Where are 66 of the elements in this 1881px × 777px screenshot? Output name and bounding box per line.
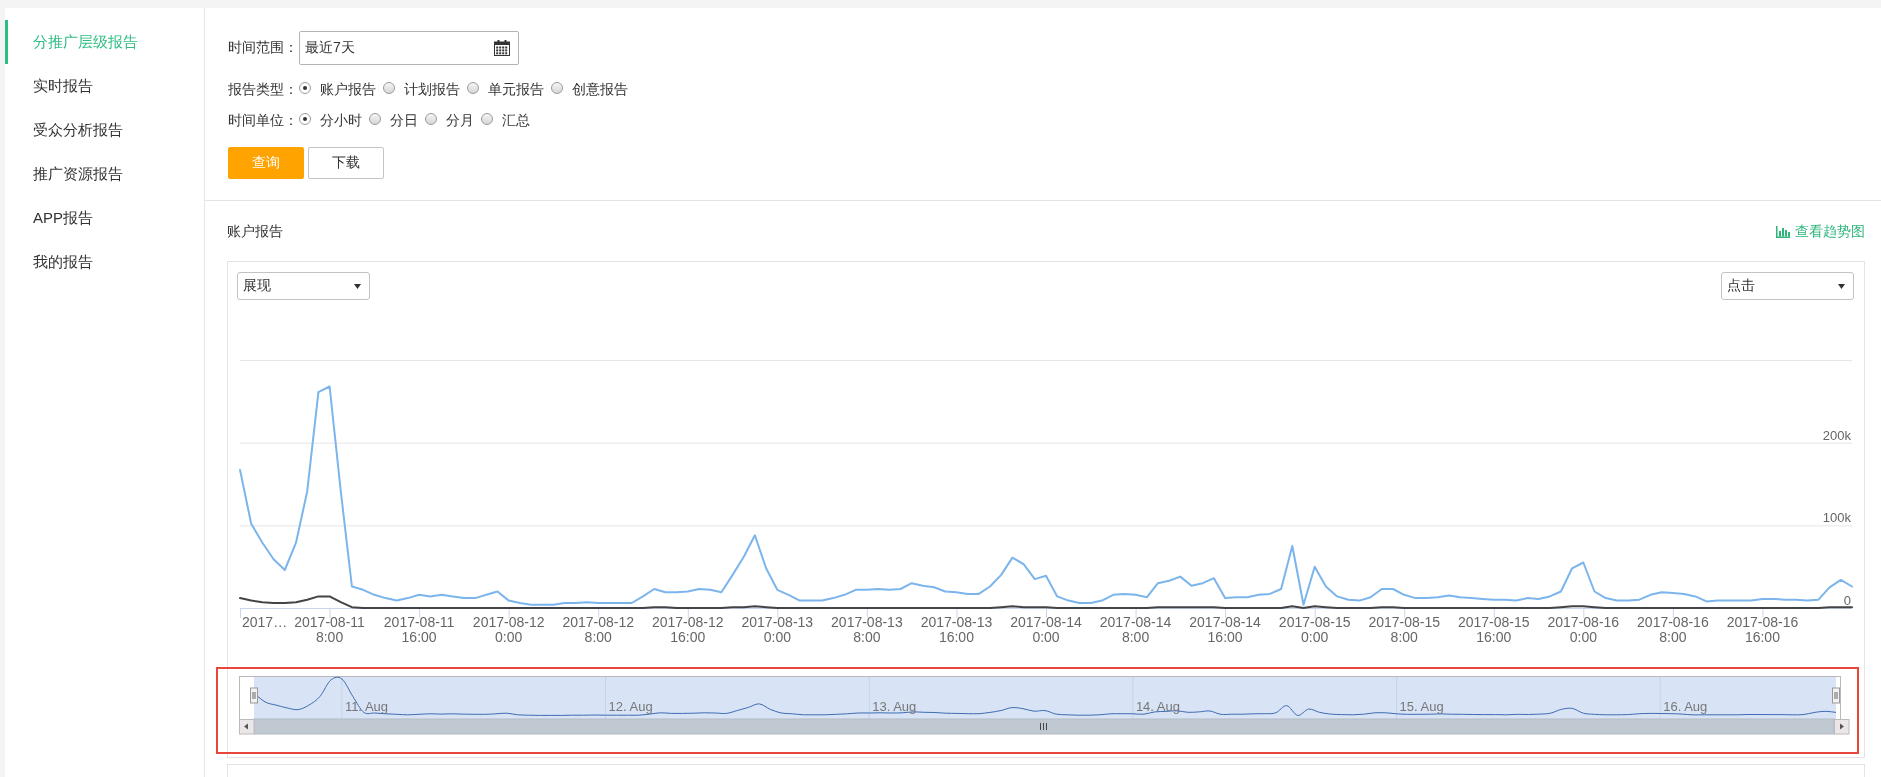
axis-label: 2017-08-13 0:00 [741, 614, 814, 645]
axis-label: 2017-08-11 16:00 [383, 614, 455, 645]
date-label: 15. Aug [1399, 699, 1444, 714]
radio-button[interactable] [551, 82, 563, 94]
axis-label: 2017… [242, 614, 288, 630]
radio-button[interactable] [299, 82, 311, 94]
axis-label: 2017-08-13 8:00 [831, 614, 903, 645]
grip-icon [1040, 722, 1047, 731]
axis-label: 2017-08-13 16:00 [920, 614, 993, 645]
date-label: 14. Aug [1135, 699, 1180, 714]
date-label: 13. Aug [872, 699, 917, 714]
caret-icon [354, 283, 361, 289]
scroll-left-button[interactable] [239, 719, 255, 735]
radio-button[interactable] [425, 113, 437, 125]
option-label: 创意报告 [572, 81, 628, 99]
radio-button[interactable] [299, 113, 311, 125]
sidebar-item[interactable]: 我的报告 [5, 240, 204, 284]
option-label: 分小时 [320, 112, 362, 130]
radio-button[interactable] [481, 113, 493, 125]
sidebar-item[interactable]: 受众分析报告 [5, 108, 204, 152]
handle-icon[interactable] [250, 687, 258, 704]
handle-icon[interactable] [1832, 687, 1840, 704]
calendar-icon [494, 40, 510, 56]
date-label: 16. Aug [1663, 699, 1708, 714]
axis-label: 2017-08-15 16:00 [1457, 614, 1530, 645]
axis-label: 2017-08-14 0:00 [1010, 614, 1082, 645]
scrollbar-thumb[interactable] [253, 718, 1835, 735]
axis-label: 2017-08-15 8:00 [1368, 614, 1441, 645]
sidebar-item[interactable]: 推广资源报告 [5, 152, 204, 196]
radio-button[interactable] [369, 113, 381, 125]
section-title: 账户报告 [227, 223, 283, 241]
scroll-right-button[interactable] [1834, 719, 1850, 735]
axis-label: 0 [1843, 593, 1851, 608]
bar-chart-icon [1776, 226, 1790, 238]
axis-label: 2017-08-15 0:00 [1278, 614, 1351, 645]
field-label: 时间范围： [228, 39, 299, 57]
axis-label: 100k [1822, 510, 1851, 526]
axis-label: 2017-08-12 0:00 [472, 614, 545, 645]
date-range-field[interactable]: 最近7天 [299, 31, 519, 65]
field-label: 报告类型： [228, 81, 299, 99]
axis-label: 200k [1822, 427, 1851, 443]
option-label: 分月 [446, 112, 474, 130]
metric-dropdown[interactable]: 点击 [1721, 272, 1854, 300]
option-label: 汇总 [502, 112, 530, 130]
option-label: 分日 [390, 112, 418, 130]
axis-label: 2017-08-11 8:00 [294, 614, 365, 645]
sidebar-item[interactable]: APP报告 [5, 196, 204, 240]
axis-label: 2017-08-16 16:00 [1726, 614, 1799, 645]
axis-label: 2017-08-16 0:00 [1547, 614, 1620, 645]
caret-icon [1838, 283, 1845, 289]
date-label: 11. Aug [344, 699, 389, 714]
field-label: 时间单位： [228, 112, 299, 130]
sidebar-item[interactable]: 实时报告 [5, 64, 204, 108]
option-label: 账户报告 [320, 81, 376, 99]
radio-button[interactable] [467, 82, 479, 94]
axis-label: 2017-08-12 16:00 [651, 614, 724, 645]
date-label: 12. Aug [608, 699, 653, 714]
option-label: 计划报告 [404, 81, 460, 99]
download-button[interactable]: 下载 [308, 147, 384, 179]
axis-label: 2017-08-14 8:00 [1099, 614, 1172, 645]
metric-dropdown[interactable]: 展现 [237, 272, 370, 300]
radio-button[interactable] [383, 82, 395, 94]
axis-label: 2017-08-16 8:00 [1637, 614, 1709, 645]
axis-label: 2017-08-14 16:00 [1189, 614, 1261, 645]
axis-label: 2017-08-12 8:00 [562, 614, 635, 645]
option-label: 单元报告 [488, 81, 544, 99]
